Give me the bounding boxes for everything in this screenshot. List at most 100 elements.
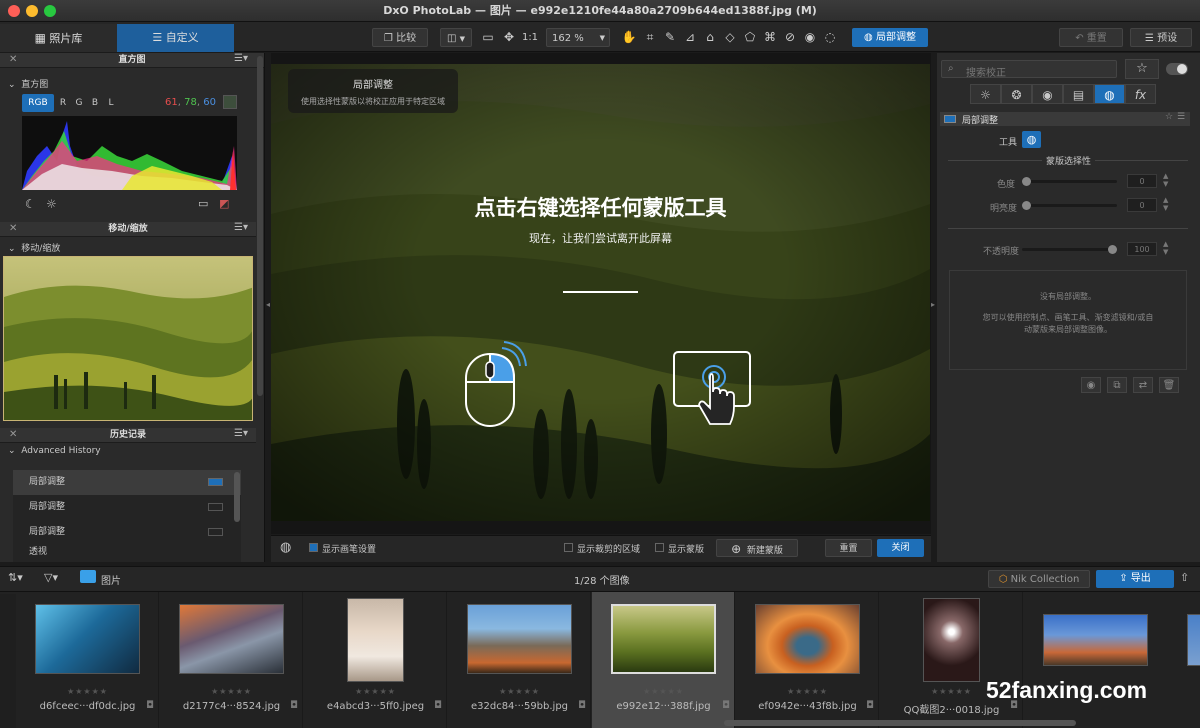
share-icon[interactable]: ⇧	[1180, 571, 1189, 584]
film-item[interactable]: ★★★★★ e4abcd3···5ff0.jpeg ◘	[304, 592, 447, 728]
close-button[interactable]: 关闭	[877, 539, 924, 557]
rating-stars[interactable]: ★★★★★	[304, 687, 447, 696]
close-icon[interactable]: ✕	[9, 429, 17, 440]
film-item[interactable]: ★★★★★ d2177c4···8524.jpg ◘	[160, 592, 303, 728]
film-item[interactable]: ★★★★★ QQ截图2···0018.jpg ◘	[880, 592, 1023, 728]
show-brush-checkbox[interactable]	[309, 543, 318, 552]
channel-rgb[interactable]: RGB	[22, 94, 54, 112]
history-subheader[interactable]: ⌄ Advanced History	[8, 446, 101, 456]
folder-name[interactable]: 图片	[101, 572, 121, 587]
reset-button[interactable]: 重置	[825, 539, 872, 557]
opacity-slider-knob[interactable]	[1108, 245, 1117, 254]
panel-menu-icon[interactable]: ☰▾	[234, 222, 248, 233]
filter-icon[interactable]: ▽▾	[44, 571, 58, 584]
reset-toolbar-button[interactable]: ↶ 重置	[1059, 28, 1123, 47]
light-palette-icon[interactable]: ☼	[970, 84, 1001, 104]
perspective-8pt-icon[interactable]: ◇	[722, 28, 738, 47]
local-adjust-mode-icon[interactable]: ◍	[280, 540, 291, 555]
local-palette-icon[interactable]: ◍	[1094, 84, 1125, 104]
softproof-icon[interactable]: ◩	[219, 197, 229, 210]
opacity-value[interactable]: 100	[1127, 242, 1157, 256]
eyedropper-icon[interactable]: ✎	[662, 28, 678, 47]
effects-palette-icon[interactable]: fx	[1125, 84, 1156, 104]
fit-screen-icon[interactable]: ▭	[480, 28, 496, 47]
history-item[interactable]: 透视	[13, 545, 241, 559]
panel-menu-icon[interactable]: ☰▾	[234, 53, 248, 64]
hue-value[interactable]: 0	[1127, 174, 1157, 188]
panel-toggle-icon[interactable]	[944, 115, 956, 123]
perspective-icon[interactable]: ⌂	[702, 28, 718, 47]
compare-button[interactable]: ❐ 比较	[372, 28, 428, 47]
histogram-subheader[interactable]: ⌄ 直方图	[8, 77, 48, 90]
brightness-stepper-icon[interactable]: ▲ ▼	[1163, 196, 1168, 212]
geometry-palette-icon[interactable]: ▤	[1063, 84, 1094, 104]
hue-slider-knob[interactable]	[1022, 177, 1031, 186]
local-tool-icon[interactable]: ◍	[1022, 131, 1041, 148]
repair-icon[interactable]: ⊘	[782, 28, 798, 47]
duplicate-icon[interactable]: ⧉	[1107, 377, 1127, 393]
close-icon[interactable]: ✕	[9, 223, 17, 234]
brightness-value[interactable]: 0	[1127, 198, 1157, 212]
rating-stars[interactable]: ★★★★★	[736, 687, 879, 696]
color-palette-icon[interactable]: ❂	[1001, 84, 1032, 104]
channel-l[interactable]: L	[104, 94, 118, 112]
new-mask-button[interactable]: ⊕ 新建蒙版	[716, 539, 798, 557]
hand-icon[interactable]: ✋	[621, 28, 637, 47]
swap-icon[interactable]: ⇄	[1133, 377, 1153, 393]
zoom-dropdown[interactable]: 162 % ▼	[546, 28, 610, 47]
channel-b[interactable]: B	[88, 94, 102, 112]
local-adjust-button[interactable]: ◍ 局部调整	[852, 28, 928, 47]
presets-button[interactable]: ☰ 预设	[1130, 28, 1192, 47]
filmstrip-scrollbar[interactable]	[724, 720, 1076, 726]
favorite-star-icon[interactable]: ☆	[1165, 112, 1173, 122]
film-item[interactable]: ★★★★★ ef0942e···43f8b.jpg ◘	[736, 592, 879, 728]
history-item[interactable]: 局部调整	[13, 470, 241, 495]
history-scrollbar[interactable]	[234, 472, 240, 522]
hue-stepper-icon[interactable]: ▲ ▼	[1163, 172, 1168, 188]
star-filter-icon[interactable]: ☆	[1125, 59, 1159, 79]
search-field[interactable]: ⌕ 搜索校正	[941, 60, 1117, 79]
film-item[interactable]: ★★★★★ d6fceec···df0dc.jpg ◘	[16, 592, 159, 728]
ratio-1-1-button[interactable]: 1:1	[519, 28, 541, 47]
perspective-rect-icon[interactable]: ⬠	[742, 28, 758, 47]
nik-collection-button[interactable]: ⬡ Nik Collection	[988, 570, 1090, 588]
tab-library[interactable]: ▦ 照片库	[0, 24, 117, 52]
left-panel-scrollbar[interactable]	[257, 56, 263, 396]
film-item[interactable]	[1168, 592, 1200, 728]
rating-stars[interactable]: ★★★★★	[592, 687, 735, 696]
crop-icon[interactable]: ⌗	[642, 28, 658, 47]
panel-menu-icon[interactable]: ☰▾	[234, 428, 248, 439]
detail-palette-icon[interactable]: ◉	[1032, 84, 1063, 104]
rating-stars[interactable]: ★★★★★	[16, 687, 159, 696]
volume-deformation-icon[interactable]: ⌘	[762, 28, 778, 47]
horizon-icon[interactable]: ⊿	[682, 28, 698, 47]
local-adjust-panel-header[interactable]: 局部调整 ☆ ☰	[940, 112, 1190, 126]
move-zoom-subheader[interactable]: ⌄ 移动/缩放	[8, 241, 60, 254]
red-eye-icon[interactable]: ◌	[822, 28, 838, 47]
trash-icon[interactable]: 🗑	[1159, 377, 1179, 393]
eye-icon[interactable]: ◉	[802, 28, 818, 47]
show-mask-checkbox[interactable]	[655, 543, 664, 552]
brightness-slider[interactable]	[1022, 201, 1117, 210]
panel-menu-icon[interactable]: ☰	[1177, 112, 1185, 122]
film-item[interactable]: ★★★★★ e32dc84···59bb.jpg ◘	[448, 592, 591, 728]
rating-stars[interactable]: ★★★★★	[448, 687, 591, 696]
collapse-left-handle[interactable]: ◂	[266, 300, 270, 310]
channel-g[interactable]: G	[72, 94, 86, 112]
show-crop-checkbox[interactable]	[564, 543, 573, 552]
view-mode-dropdown[interactable]: ◫ ▼	[440, 28, 472, 47]
sun-icon[interactable]: ☼	[46, 197, 57, 211]
sort-icon[interactable]: ⇅▾	[8, 571, 23, 584]
eye-icon[interactable]: ◉	[1081, 377, 1101, 393]
navigator-preview[interactable]	[3, 256, 253, 421]
film-item[interactable]	[1024, 592, 1167, 728]
history-item[interactable]: 局部调整	[13, 520, 241, 545]
opacity-slider[interactable]	[1022, 245, 1117, 254]
rating-stars[interactable]: ★★★★★	[160, 687, 303, 696]
export-button[interactable]: ⇪ 导出	[1096, 570, 1174, 588]
brightness-slider-knob[interactable]	[1022, 201, 1031, 210]
history-item[interactable]: 局部调整	[13, 495, 241, 520]
collapse-right-handle[interactable]: ▸	[931, 300, 935, 310]
toggle-switch[interactable]	[1166, 63, 1188, 75]
opacity-stepper-icon[interactable]: ▲ ▼	[1163, 240, 1168, 256]
